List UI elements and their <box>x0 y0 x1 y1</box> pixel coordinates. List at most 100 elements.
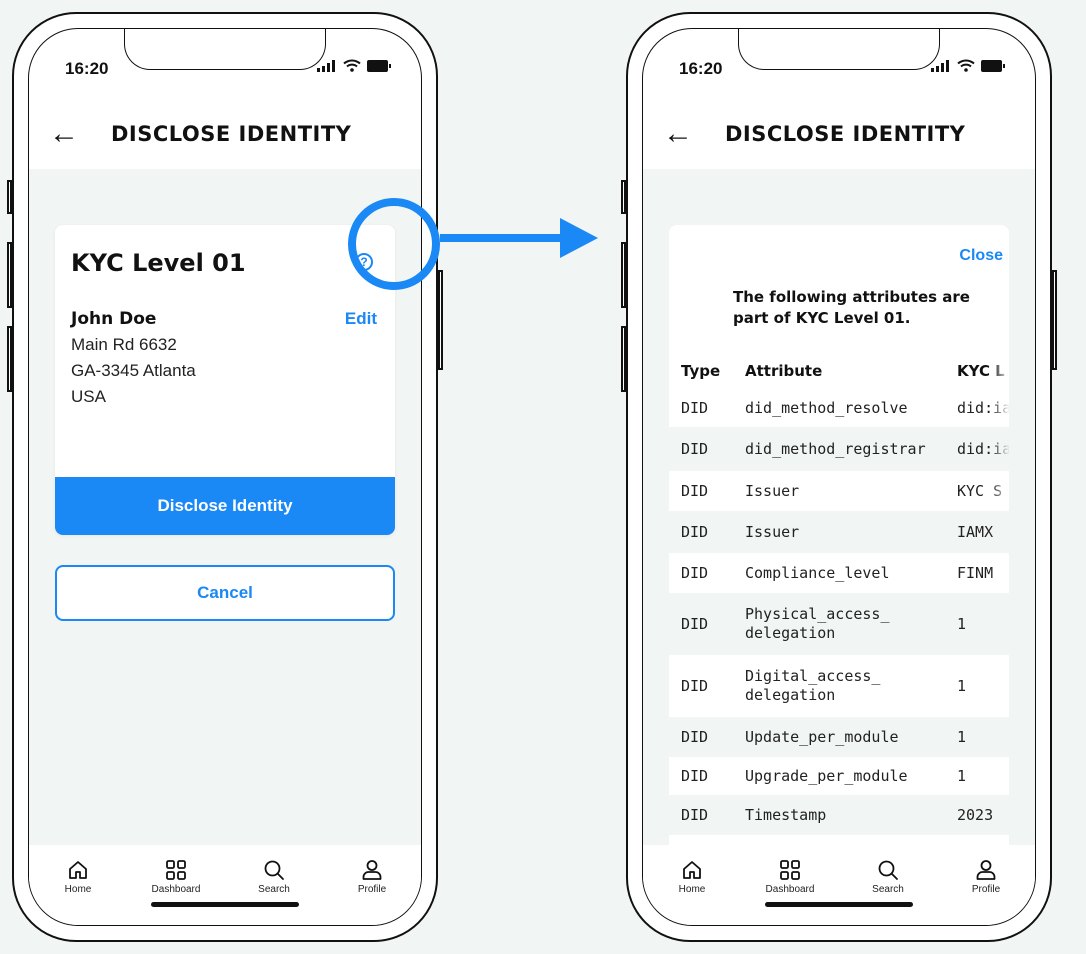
table-row: DID did_method_resolve did:ia <box>669 389 1009 427</box>
side-button <box>1052 270 1057 370</box>
kyc-card: KYC Level 01 ? John Doe Edit Main Rd 663… <box>55 225 395 535</box>
nav-label: Dashboard <box>151 884 201 895</box>
nav-item-dashboard[interactable]: Dashboard <box>750 845 830 925</box>
phone-left: 16:20 ← DISCLOSE IDENTITY KYC Level 01 ?… <box>7 12 443 942</box>
table-row: DID did_method_registrar did:ia <box>669 427 1009 471</box>
nav-label: Search <box>258 884 290 895</box>
wifi-icon <box>343 59 361 72</box>
main-content: Close The following attributes are part … <box>643 169 1035 845</box>
table-row: DID Issuer KYC S <box>669 471 1009 511</box>
side-button <box>438 270 443 370</box>
address-line: USA <box>71 387 106 406</box>
screen: 16:20 ← DISCLOSE IDENTITY KYC Level 01 ?… <box>28 28 422 926</box>
nav-item-profile[interactable]: Profile <box>332 845 412 925</box>
nav-item-dashboard[interactable]: Dashboard <box>136 845 216 925</box>
signal-icon <box>317 59 335 72</box>
page-title: DISCLOSE IDENTITY <box>725 122 966 146</box>
attributes-table: Type Attribute KYC L DID did_method_reso… <box>669 353 1009 835</box>
address-line: Main Rd 6632 <box>71 335 177 354</box>
phone-right: 16:20 ← DISCLOSE IDENTITY Close The foll… <box>621 12 1057 942</box>
notch <box>738 29 940 70</box>
cell-attribute: Issuer <box>745 481 800 500</box>
home-icon <box>69 861 87 879</box>
status-time: 16:20 <box>65 59 109 78</box>
table-row: DID Physical_access_ delegation 1 <box>669 593 1009 655</box>
nav-label: Dashboard <box>765 884 815 895</box>
nav-item-search[interactable]: Search <box>848 845 928 925</box>
column-header-attribute: Attribute <box>745 361 823 380</box>
cell-type: DID <box>681 440 709 458</box>
back-arrow-icon[interactable]: ← <box>49 119 89 149</box>
side-button <box>7 242 12 308</box>
cell-value: did:ia <box>957 399 1009 417</box>
nav-item-search[interactable]: Search <box>234 845 314 925</box>
dashboard-icon <box>780 860 800 880</box>
disclose-identity-button[interactable]: Disclose Identity <box>55 477 395 535</box>
side-button <box>621 180 626 214</box>
cell-attribute: Timestamp <box>745 805 827 824</box>
attributes-panel: Close The following attributes are part … <box>669 225 1009 845</box>
app-header: ← DISCLOSE IDENTITY <box>29 99 421 169</box>
cancel-button[interactable]: Cancel <box>55 565 395 621</box>
back-arrow-icon[interactable]: ← <box>663 119 703 149</box>
status-icons <box>317 59 391 72</box>
edit-link[interactable]: Edit <box>345 309 377 329</box>
table-header: Type Attribute KYC L <box>669 353 1009 389</box>
address-name: John Doe <box>71 309 157 329</box>
signal-icon <box>931 59 949 72</box>
cell-value: 1 <box>957 615 1009 633</box>
dashboard-icon <box>166 860 186 880</box>
cell-type: DID <box>681 482 709 500</box>
cell-attribute: did_method_resolve <box>745 398 908 417</box>
nav-label: Search <box>872 884 904 895</box>
profile-icon <box>976 860 996 880</box>
table-row: DID Compliance_level FINM <box>669 553 1009 593</box>
cell-attribute: Digital_access_ delegation <box>745 667 881 704</box>
cell-type: DID <box>681 523 709 541</box>
side-button <box>621 326 626 392</box>
cell-type: DID <box>681 767 709 785</box>
app-header: ← DISCLOSE IDENTITY <box>643 99 1035 169</box>
cell-value: 1 <box>957 728 1009 746</box>
nav-label: Home <box>678 884 706 895</box>
cell-type: DID <box>681 615 709 633</box>
cell-attribute: Issuer <box>745 522 800 541</box>
column-header-kyc: KYC L <box>957 362 1009 380</box>
table-row: DID Digital_access_ delegation 1 <box>669 655 1009 717</box>
side-button <box>7 326 12 392</box>
nav-label: Profile <box>971 884 1001 895</box>
cell-value: 2023 <box>957 806 1009 824</box>
column-header-type: Type <box>681 362 721 380</box>
home-indicator <box>765 902 913 907</box>
profile-icon <box>362 860 382 880</box>
cell-type: DID <box>681 728 709 746</box>
cell-attribute: Compliance_level <box>745 563 890 582</box>
cell-value: KYC S <box>957 482 1009 500</box>
close-button[interactable]: Close <box>959 247 1003 265</box>
card-title: KYC Level 01 <box>71 249 246 277</box>
battery-icon <box>367 59 391 72</box>
arrow-head-icon <box>560 218 598 258</box>
cell-value: FINM <box>957 564 1009 582</box>
cell-value: 1 <box>957 677 1009 695</box>
nav-label: Profile <box>357 884 387 895</box>
battery-icon <box>981 59 1005 72</box>
home-indicator <box>151 902 299 907</box>
cell-attribute: Physical_access_ delegation <box>745 605 890 642</box>
cell-attribute: Update_per_module <box>745 727 899 746</box>
cell-type: DID <box>681 564 709 582</box>
table-row: DID Upgrade_per_module 1 <box>669 757 1009 795</box>
cell-type: DID <box>681 806 709 824</box>
home-icon <box>683 861 701 879</box>
nav-item-profile[interactable]: Profile <box>946 845 1026 925</box>
nav-item-home[interactable]: Home <box>38 845 118 925</box>
table-row: DID Update_per_module 1 <box>669 717 1009 757</box>
cell-value: did:ia <box>957 440 1009 458</box>
side-button <box>621 242 626 308</box>
cell-attribute: did_method_registrar <box>745 439 926 458</box>
address-line: GA-3345 Atlanta <box>71 361 196 380</box>
cell-type: DID <box>681 677 709 695</box>
nav-item-home[interactable]: Home <box>652 845 732 925</box>
cell-type: DID <box>681 399 709 417</box>
notch <box>124 29 326 70</box>
